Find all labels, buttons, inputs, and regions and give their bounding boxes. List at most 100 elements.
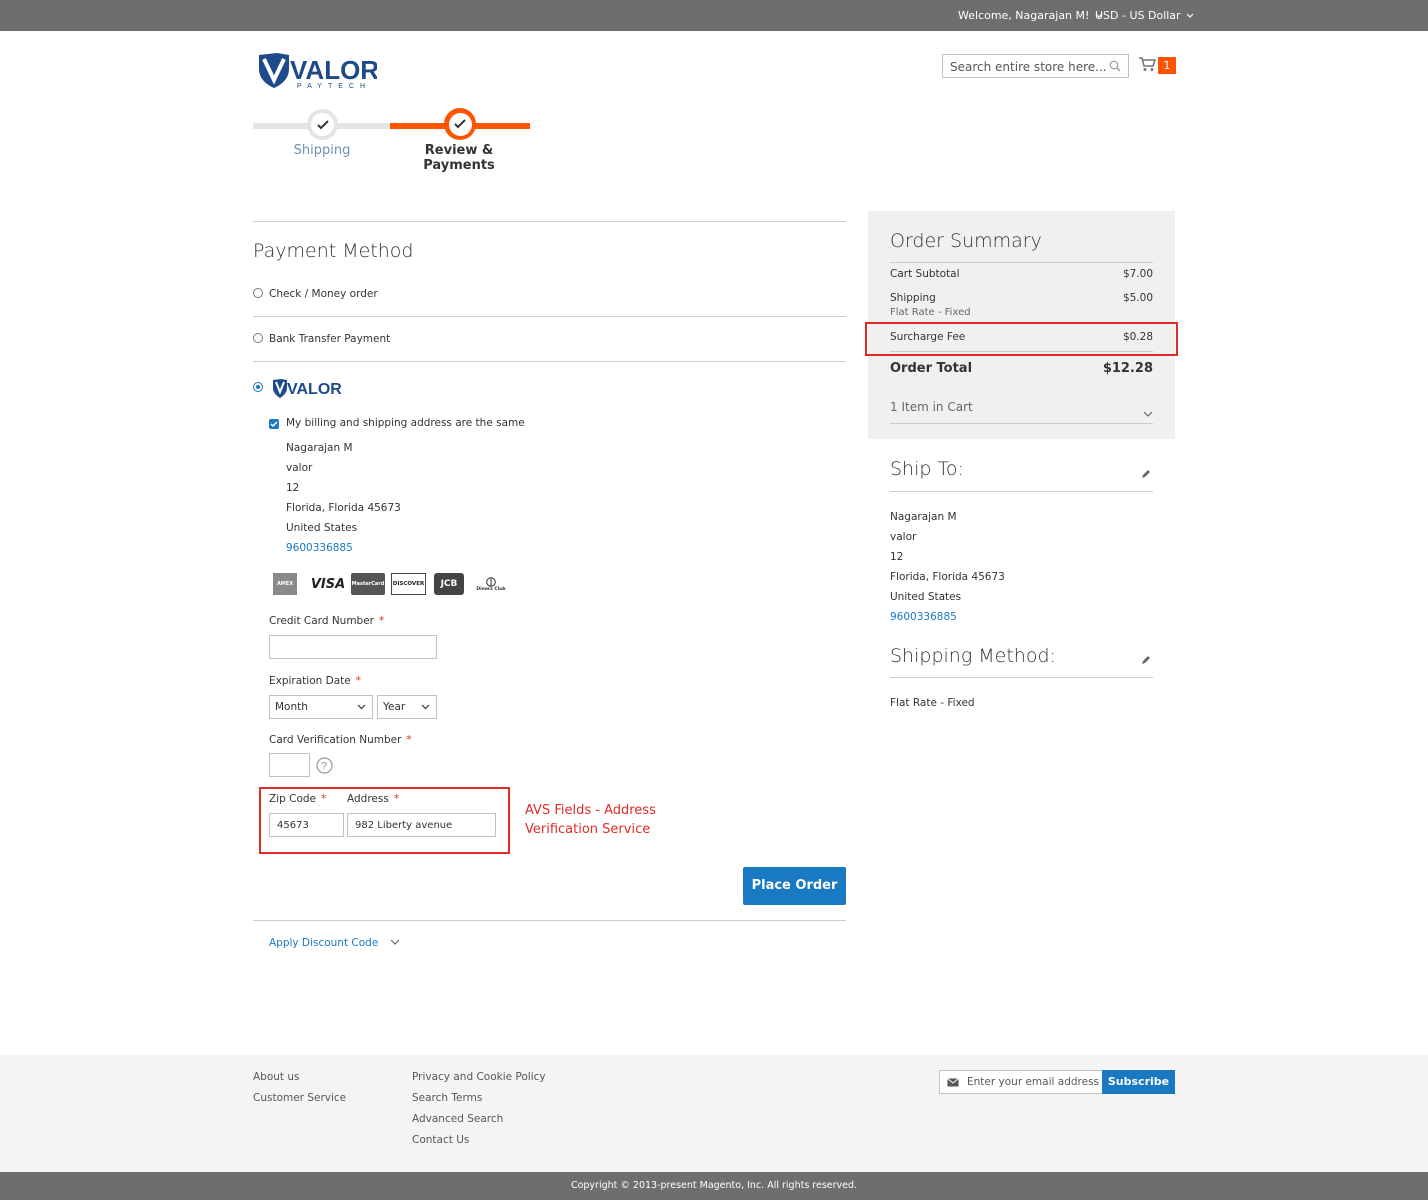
ship-name: Nagarajan M — [890, 511, 957, 523]
bank-transfer-label[interactable]: Bank Transfer Payment — [269, 333, 390, 345]
footer-link-contact[interactable]: Contact Us — [412, 1134, 469, 1146]
zip-value: 45673 — [277, 820, 309, 831]
logo-text: VALOR — [290, 55, 377, 85]
ship-phone[interactable]: 9600336885 — [890, 611, 957, 623]
newsletter-email-input[interactable]: Enter your email address — [939, 1070, 1103, 1094]
chevron-down-icon — [1186, 13, 1194, 18]
year-select-value: Year — [383, 701, 406, 713]
valor-logo[interactable]: VALOR PAYTECH — [257, 51, 379, 91]
cart-count-badge: 1 — [1158, 57, 1176, 74]
currency-switcher[interactable]: USD - US Dollar — [1095, 9, 1194, 22]
billing-country: United States — [286, 522, 358, 534]
footer-link-customer-service[interactable]: Customer Service — [253, 1092, 346, 1104]
zip-label: Zip Code * — [269, 793, 326, 805]
footer-link-privacy[interactable]: Privacy and Cookie Policy — [412, 1071, 546, 1083]
diners-club-circle-icon — [486, 576, 496, 587]
place-order-button[interactable]: Place Order — [743, 867, 846, 905]
search-input[interactable]: Search entire store here... — [942, 54, 1129, 78]
billing-name: Nagarajan M — [286, 442, 353, 454]
ship-to-title: Ship To: — [890, 458, 964, 480]
divider — [253, 920, 846, 921]
pencil-icon — [1142, 470, 1150, 478]
footer-link-search-terms[interactable]: Search Terms — [412, 1092, 482, 1104]
check-icon — [316, 119, 329, 129]
cart-subtotal-label: Cart Subtotal — [890, 268, 960, 280]
divider — [253, 221, 846, 222]
footer — [0, 1055, 1428, 1172]
cc-number-label: Credit Card Number * — [269, 615, 384, 627]
envelope-icon — [947, 1078, 959, 1087]
required-mark: * — [406, 734, 412, 746]
year-select[interactable]: Year — [377, 695, 437, 719]
step-shipping-label[interactable]: Shipping — [280, 143, 364, 158]
pencil-icon — [1142, 656, 1150, 664]
copyright-text: Copyright © 2013-present Magento, Inc. A… — [570, 1180, 858, 1191]
month-select[interactable]: Month — [269, 695, 373, 719]
ship-city: Florida, Florida 45673 — [890, 571, 1005, 583]
items-toggle-chevron[interactable] — [1143, 403, 1153, 422]
welcome-text: Welcome, Nagarajan M! — [958, 9, 1090, 22]
month-select-value: Month — [275, 701, 308, 713]
currency-text: USD - US Dollar — [1095, 9, 1181, 22]
billing-street: 12 — [286, 482, 300, 494]
footer-link-advanced-search[interactable]: Advanced Search — [412, 1113, 503, 1125]
svg-text:?: ? — [321, 761, 327, 773]
expiration-label: Expiration Date * — [269, 675, 361, 687]
items-in-cart-toggle[interactable]: 1 Item in Cart — [890, 400, 973, 414]
mastercard-card-icon: MasterCard — [351, 573, 385, 595]
radio-bank-transfer[interactable] — [253, 333, 263, 343]
divider — [890, 423, 1153, 424]
cc-number-input[interactable] — [269, 635, 437, 659]
welcome-menu[interactable]: Welcome, Nagarajan M! — [958, 9, 1103, 22]
step-shipping-marker[interactable] — [307, 109, 338, 140]
address-value: 982 Liberty avenue — [355, 820, 453, 831]
billing-phone[interactable]: 9600336885 — [286, 542, 353, 554]
step-review-marker — [444, 108, 476, 140]
valor-logo-small-icon: VALOR — [273, 379, 342, 398]
chevron-down-icon — [421, 704, 430, 710]
avs-annotation: AVS Fields - Address Verification Servic… — [525, 801, 656, 839]
same-address-label[interactable]: My billing and shipping address are the … — [286, 417, 525, 429]
shipping-value: $5.00 — [1122, 292, 1153, 304]
cvv-help[interactable]: ? — [316, 757, 333, 778]
minicart-button[interactable] — [1138, 56, 1157, 76]
apply-discount-toggle[interactable]: Apply Discount Code — [269, 937, 400, 949]
required-mark: * — [379, 615, 385, 627]
valor-payment-logo[interactable]: VALOR — [272, 378, 342, 404]
valor-option-text: VALOR — [287, 381, 342, 398]
cart-subtotal-value: $7.00 — [1122, 268, 1153, 280]
edit-ship-to-button[interactable] — [1140, 465, 1152, 484]
cvv-label-text: Card Verification Number — [269, 734, 402, 746]
order-summary-title: Order Summary — [890, 230, 1042, 252]
cart-icon — [1139, 57, 1157, 71]
cvv-label: Card Verification Number * — [269, 734, 412, 746]
top-bar: Welcome, Nagarajan M! USD - US Dollar — [0, 0, 1428, 31]
address-input[interactable]: 982 Liberty avenue — [347, 813, 496, 837]
same-address-checkbox[interactable] — [269, 419, 279, 429]
visa-card-icon: VISA — [311, 573, 345, 595]
chevron-down-icon — [357, 704, 366, 710]
search-icon[interactable] — [1109, 60, 1121, 72]
radio-check-money-order[interactable] — [253, 288, 263, 298]
radio-valor[interactable] — [253, 382, 263, 392]
subscribe-button[interactable]: Subscribe — [1102, 1070, 1175, 1094]
edit-shipping-method-button[interactable] — [1140, 651, 1152, 670]
divider — [253, 361, 846, 362]
apply-discount-label: Apply Discount Code — [269, 937, 379, 949]
ship-street: 12 — [890, 551, 904, 563]
shipping-method-sub: Flat Rate - Fixed — [890, 307, 971, 318]
divider — [890, 677, 1153, 678]
jcb-card-icon: JCB — [434, 573, 464, 595]
footer-link-about[interactable]: About us — [253, 1071, 300, 1083]
shipping-label: Shipping — [890, 292, 936, 304]
billing-company: valor — [286, 462, 313, 474]
zip-input[interactable]: 45673 — [269, 813, 344, 837]
cvv-input[interactable] — [269, 753, 310, 777]
diners-club-card-icon: Diners Club — [475, 573, 507, 595]
divider — [890, 262, 1153, 263]
check-money-order-label[interactable]: Check / Money order — [269, 288, 378, 300]
avs-annotation-line1: AVS Fields - Address — [525, 803, 656, 818]
cc-number-label-text: Credit Card Number — [269, 615, 374, 627]
diners-club-text: Diners Club — [476, 586, 506, 592]
required-mark: * — [321, 793, 327, 805]
